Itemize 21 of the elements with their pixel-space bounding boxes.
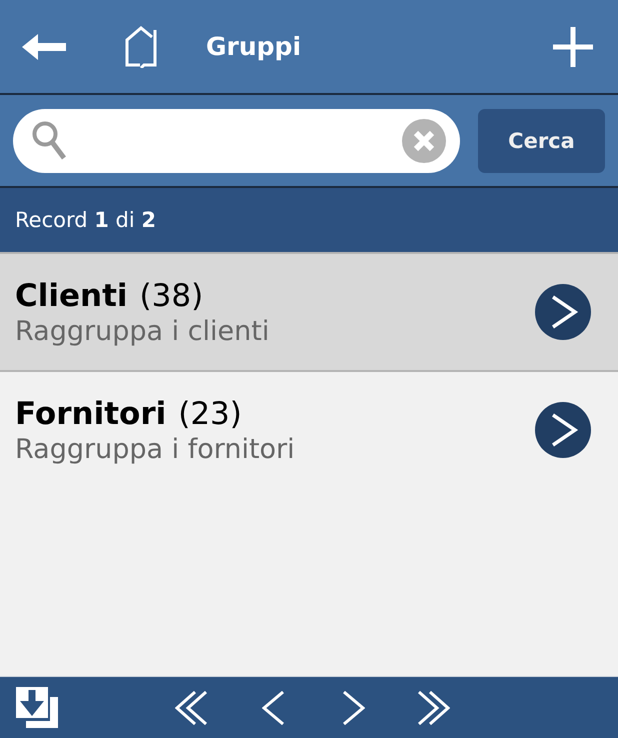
chevron-circle-icon[interactable] (535, 402, 591, 458)
group-count: (38) (140, 278, 204, 314)
group-row[interactable]: Clienti (38) Raggruppa i clienti (0, 252, 618, 370)
chevron-left-icon[interactable] (262, 690, 284, 724)
group-description: Raggruppa i clienti (15, 316, 270, 346)
home-icon[interactable] (124, 26, 158, 68)
group-name: Fornitori (15, 396, 166, 432)
plus-icon[interactable] (553, 26, 593, 66)
double-chevron-right-icon[interactable] (417, 690, 450, 724)
back-arrow-icon[interactable] (22, 32, 66, 60)
double-chevron-left-icon[interactable] (175, 690, 208, 724)
page-title: Gruppi (206, 32, 302, 61)
chevron-right-icon[interactable] (343, 690, 365, 724)
search-button[interactable]: Cerca (478, 108, 605, 172)
group-description: Raggruppa i fornitori (15, 434, 296, 464)
search-icon (32, 120, 66, 160)
record-counter: Record 1 di 2 (15, 208, 156, 232)
group-count: (23) (178, 396, 242, 432)
download-icon[interactable] (16, 687, 58, 728)
group-name: Clienti (15, 278, 128, 314)
chevron-circle-icon[interactable] (535, 284, 591, 340)
